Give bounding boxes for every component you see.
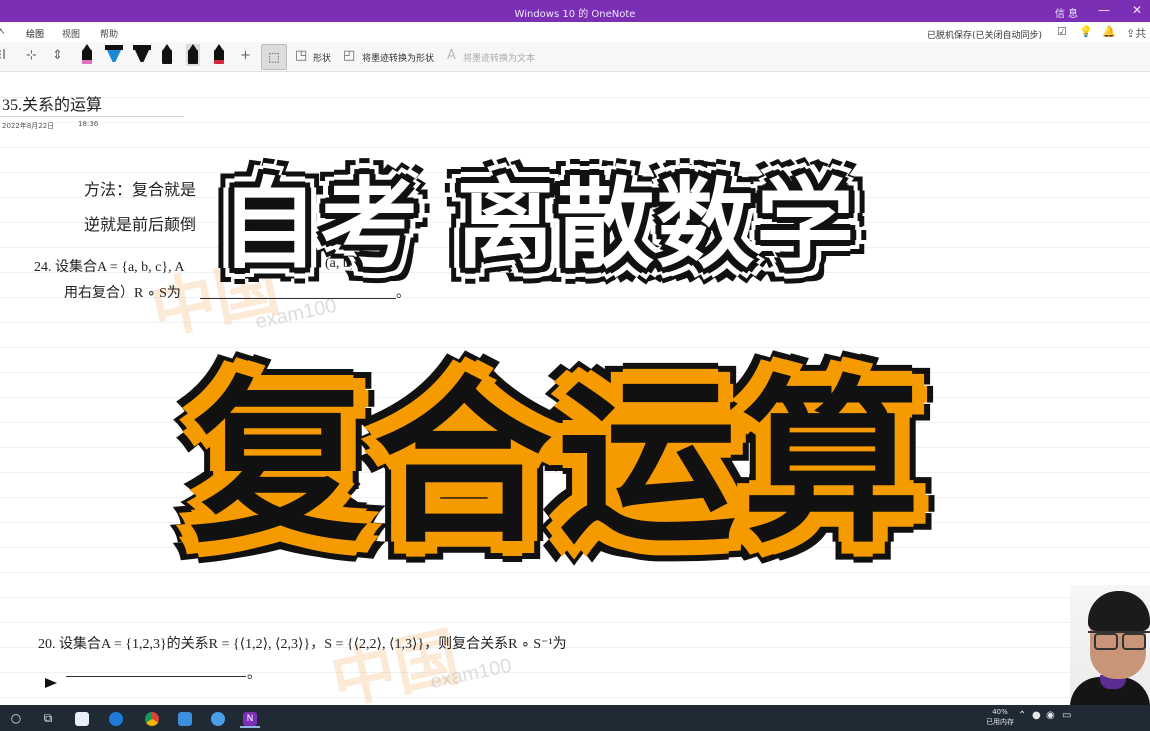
notebook-icon[interactable]: ☑ bbox=[1057, 25, 1067, 38]
ink-to-text-button[interactable]: 将墨迹转换为文本 bbox=[463, 51, 535, 64]
browser-icon[interactable] bbox=[208, 708, 228, 728]
ink-to-shape-button[interactable]: 将墨迹转换为形状 bbox=[362, 51, 434, 64]
draw-ribbon: ⁝I ⊹ ⇕ + ⬚ ◳ 形状 ◰ 将墨迹转换为形状 A 将墨迹转换为文本 bbox=[0, 42, 1150, 72]
question-20-period: 。 bbox=[247, 667, 261, 682]
pen-black-selected[interactable] bbox=[186, 44, 200, 66]
select-text-icon[interactable]: ⁝I bbox=[0, 48, 6, 63]
user-name[interactable]: 信 息 bbox=[1055, 5, 1078, 20]
overlay-subject-caption: 自考 离散数学 bbox=[220, 168, 857, 282]
pen-red[interactable] bbox=[212, 44, 226, 66]
menu-bar: ↖ 绘图 视图 帮助 已脱机保存(已关闭自动同步) ☑ 💡 🔔 ⇪共 bbox=[0, 22, 1150, 44]
page-time: 18:36 bbox=[78, 120, 99, 128]
note-inverse-line[interactable]: 逆就是前后颠倒 bbox=[84, 211, 196, 235]
onenote-icon[interactable]: N bbox=[240, 708, 260, 728]
microphone-icon[interactable]: ● bbox=[1032, 710, 1041, 721]
overlay-topic-caption: 复合运算 bbox=[190, 360, 926, 567]
highlighter-blue[interactable] bbox=[104, 45, 124, 65]
tab-view[interactable]: 视图 bbox=[62, 27, 80, 40]
pen-body bbox=[188, 50, 198, 64]
shapes-icon[interactable]: ◳ bbox=[295, 48, 307, 63]
note-method-line[interactable]: 方法：复合就是 bbox=[84, 176, 196, 200]
app-tray-icon[interactable]: ◉ bbox=[1046, 710, 1055, 721]
lasso-select-button[interactable]: ⬚ bbox=[261, 44, 287, 70]
memory-percent: 40% bbox=[992, 708, 1008, 716]
memory-indicator[interactable]: 40% 已用内存 bbox=[980, 707, 1020, 727]
back-icon[interactable]: ↖ bbox=[0, 27, 6, 37]
highlighter-black[interactable] bbox=[132, 45, 152, 65]
highlighter-icon bbox=[107, 50, 121, 62]
presenter-glasses bbox=[1088, 631, 1150, 650]
shapes-button[interactable]: 形状 bbox=[313, 51, 331, 64]
add-pen-icon[interactable]: + bbox=[240, 48, 251, 63]
pen-tip-icon bbox=[215, 44, 223, 50]
vpn-app-icon[interactable] bbox=[72, 708, 92, 728]
page-title[interactable]: 35.关系的运算 bbox=[2, 91, 102, 115]
page-date: 2022年8月22日 bbox=[2, 122, 55, 130]
highlighter-cap bbox=[133, 45, 151, 50]
cursor-arrow-icon bbox=[45, 678, 57, 688]
pen-tip-icon bbox=[189, 44, 197, 50]
chrome-icon[interactable] bbox=[142, 708, 162, 728]
window-title: Windows 10 的 OneNote bbox=[514, 9, 636, 20]
close-button[interactable]: ✕ bbox=[1132, 3, 1142, 17]
window-title-bar: Windows 10 的 OneNote 信 息 — ✕ bbox=[0, 0, 1150, 22]
ink-to-shape-icon[interactable]: ◰ bbox=[343, 48, 355, 63]
title-divider bbox=[0, 116, 184, 117]
pen-body bbox=[214, 50, 224, 64]
windows-taskbar: ○ ⧉ N 40% 已用内存 ⌃ ● ◉ ▭ bbox=[0, 705, 1150, 731]
tab-help[interactable]: 帮助 bbox=[100, 27, 118, 40]
pen-tip-icon bbox=[163, 44, 171, 50]
start-icon[interactable]: ○ bbox=[6, 708, 26, 728]
question-20-text[interactable]: 20. 设集合A = {1,2,3}的关系R = {⟨1,2⟩, ⟨2,3⟩}，… bbox=[38, 633, 567, 653]
task-view-icon[interactable]: ⧉ bbox=[38, 708, 58, 728]
pen-black-thin[interactable] bbox=[160, 44, 174, 66]
pen-tip-icon bbox=[83, 44, 91, 50]
edge-icon[interactable] bbox=[106, 708, 126, 728]
share-icon[interactable]: ⇪共 bbox=[1126, 25, 1146, 41]
memory-label: 已用内存 bbox=[986, 718, 1014, 726]
chevron-up-icon[interactable]: ⌃ bbox=[1018, 710, 1026, 721]
highlighter-cap bbox=[105, 45, 123, 50]
mail-icon[interactable] bbox=[175, 708, 195, 728]
insert-space-icon[interactable]: ⇕ bbox=[52, 48, 63, 63]
ink-to-text-icon[interactable]: A bbox=[447, 48, 456, 63]
pen-pink[interactable] bbox=[80, 44, 94, 66]
lasso-add-icon[interactable]: ⊹ bbox=[26, 48, 37, 63]
sync-status: 已脱机保存(已关闭自动同步) bbox=[926, 31, 1042, 41]
share-label: 共 bbox=[1135, 27, 1147, 40]
question-24-prompt[interactable]: 用右复合）R ∘ S为 bbox=[64, 282, 181, 302]
answer-blank[interactable] bbox=[200, 298, 396, 299]
network-icon[interactable]: ▭ bbox=[1062, 710, 1071, 721]
pen-body bbox=[82, 50, 92, 64]
question-24-text[interactable]: 24. 设集合A = {a, b, c}, A bbox=[34, 256, 184, 276]
highlighter-icon bbox=[135, 50, 149, 62]
bell-icon[interactable]: 🔔 bbox=[1102, 25, 1116, 38]
answer-blank[interactable] bbox=[66, 676, 246, 677]
pen-body bbox=[162, 50, 172, 64]
lightbulb-icon[interactable]: 💡 bbox=[1079, 25, 1093, 38]
minimize-button[interactable]: — bbox=[1098, 3, 1110, 17]
